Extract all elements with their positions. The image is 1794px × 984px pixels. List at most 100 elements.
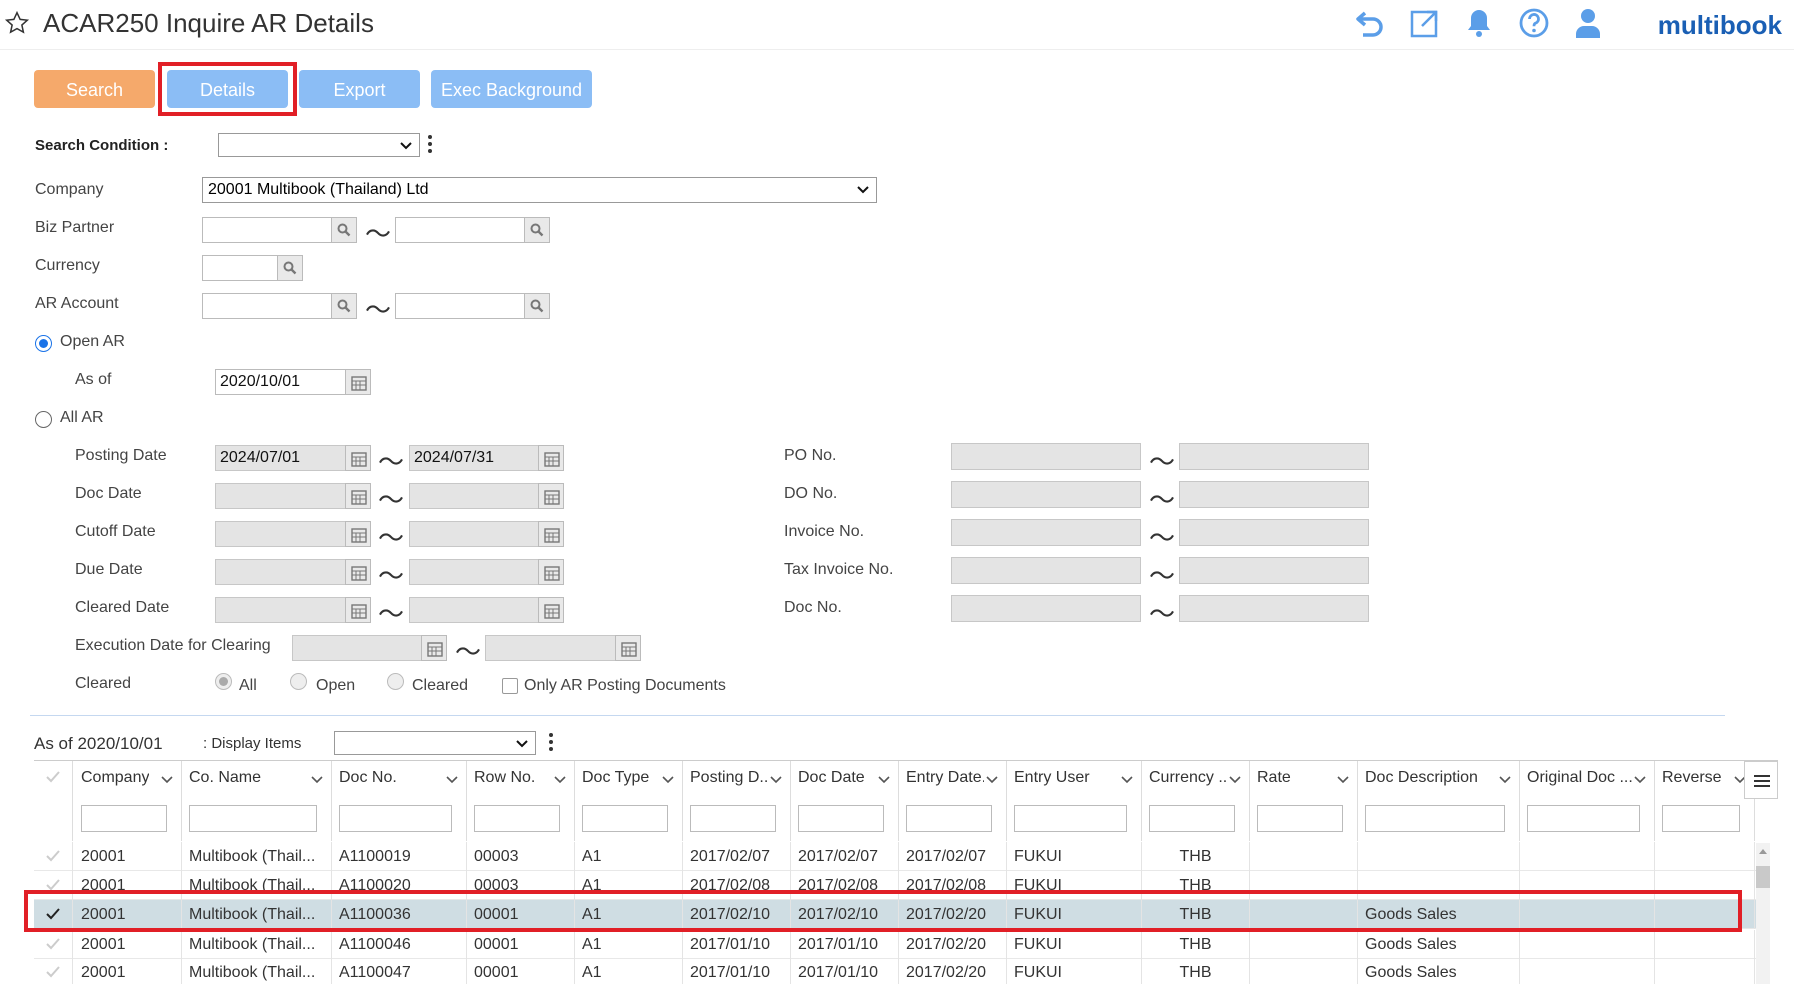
calendar-icon[interactable] [345,521,371,547]
user-icon[interactable] [1571,6,1605,40]
column-filter-input[interactable] [1365,805,1505,832]
calendar-icon[interactable] [421,635,447,661]
chevron-down-icon[interactable] [1337,774,1349,784]
due-date-from-input[interactable] [215,559,346,585]
doc-no-from-input[interactable] [951,595,1141,622]
search-button[interactable]: Search [34,70,155,108]
column-filter-input[interactable] [690,805,776,832]
column-filter-input[interactable] [906,805,992,832]
calendar-icon[interactable] [538,445,564,471]
help-icon[interactable] [1517,6,1551,40]
search-condition-select[interactable] [218,133,420,157]
column-filter-input[interactable] [81,805,167,832]
table-row[interactable]: 20001 Multibook (Thail... A1100046 00001 A1 2… [34,930,1756,959]
posting-date-to-input[interactable]: 2024/07/31 [409,445,540,471]
doc-date-to-input[interactable] [409,483,540,509]
column-filter-input[interactable] [1014,805,1127,832]
chevron-down-icon[interactable] [1499,774,1511,784]
calendar-icon[interactable] [345,369,371,395]
as-of-date-input[interactable]: 2020/10/01 [215,369,346,395]
search-condition-menu-icon[interactable] [427,135,433,157]
column-header-rate[interactable]: Rate [1250,761,1358,841]
ar-account-to-input[interactable] [395,293,525,319]
chevron-down-icon[interactable] [1121,774,1133,784]
chevron-down-icon[interactable] [770,774,782,784]
column-header-doc-description[interactable]: Doc Description [1358,761,1520,841]
due-date-to-input[interactable] [409,559,540,585]
chevron-down-icon[interactable] [662,774,674,784]
do-no-to-input[interactable] [1179,481,1369,508]
column-header-posting-date[interactable]: Posting D... [683,761,791,841]
column-header-co-name[interactable]: Co. Name [182,761,332,841]
column-filter-input[interactable] [582,805,668,832]
chevron-down-icon[interactable] [1634,774,1646,784]
chevron-down-icon[interactable] [1229,774,1241,784]
chevron-down-icon[interactable] [986,774,998,784]
search-icon[interactable] [277,255,303,281]
cleared-date-from-input[interactable] [215,597,346,623]
company-select[interactable]: 20001 Multibook (Thailand) Ltd [202,177,877,203]
column-filter-input[interactable] [1662,805,1740,832]
invoice-no-from-input[interactable] [951,519,1141,546]
display-items-select[interactable] [334,731,536,755]
grid-menu-button[interactable] [1744,761,1778,799]
calendar-icon[interactable] [538,559,564,585]
calendar-icon[interactable] [615,635,641,661]
tax-invoice-no-to-input[interactable] [1179,557,1369,584]
chevron-down-icon[interactable] [446,774,458,784]
column-header-entry-date[interactable]: Entry Date... [899,761,1007,841]
posting-date-from-input[interactable]: 2024/07/01 [215,445,346,471]
only-ar-posting-checkbox[interactable] [502,678,518,694]
column-header-currency[interactable]: Currency ... [1142,761,1250,841]
calendar-icon[interactable] [538,521,564,547]
doc-no-to-input[interactable] [1179,595,1369,622]
search-icon[interactable] [524,293,550,319]
po-no-to-input[interactable] [1179,443,1369,470]
table-row[interactable]: 20001 Multibook (Thail... A1100047 00001 A1 2… [34,958,1756,984]
column-filter-input[interactable] [189,805,317,832]
tax-invoice-no-from-input[interactable] [951,557,1141,584]
column-filter-input[interactable] [1257,805,1343,832]
calendar-icon[interactable] [538,483,564,509]
open-ar-radio[interactable] [35,335,52,352]
execution-date-to-input[interactable] [485,635,616,661]
row-select-cell[interactable] [34,958,73,984]
calendar-icon[interactable] [538,597,564,623]
cutoff-date-from-input[interactable] [215,521,346,547]
exec-background-button[interactable]: Exec Background [431,70,592,108]
column-filter-input[interactable] [798,805,884,832]
column-header-reverse[interactable]: Reverse [1655,761,1755,841]
po-no-from-input[interactable] [951,443,1141,470]
search-icon[interactable] [331,217,357,243]
calendar-icon[interactable] [345,445,371,471]
cleared-open-radio[interactable] [290,673,307,690]
biz-partner-to-input[interactable] [395,217,525,243]
calendar-icon[interactable] [345,483,371,509]
search-icon[interactable] [524,217,550,243]
column-header-company[interactable]: Company [74,761,182,841]
ar-account-from-input[interactable] [202,293,332,319]
calendar-icon[interactable] [345,597,371,623]
do-no-from-input[interactable] [951,481,1141,508]
scrollbar-thumb[interactable] [1756,866,1770,888]
back-icon[interactable] [1353,6,1387,40]
biz-partner-from-input[interactable] [202,217,332,243]
column-filter-input[interactable] [1149,805,1235,832]
bell-icon[interactable] [1462,6,1496,40]
column-header-doc-no[interactable]: Doc No. [332,761,467,841]
invoice-no-to-input[interactable] [1179,519,1369,546]
column-header-entry-user[interactable]: Entry User [1007,761,1142,841]
calendar-icon[interactable] [345,559,371,585]
popout-icon[interactable] [1408,6,1442,40]
display-items-menu-icon[interactable] [548,733,554,755]
column-filter-input[interactable] [1527,805,1640,832]
doc-date-from-input[interactable] [215,483,346,509]
export-button[interactable]: Export [299,70,420,108]
column-header-row-no[interactable]: Row No. [467,761,575,841]
cleared-all-radio[interactable] [215,673,232,690]
currency-input[interactable] [202,255,278,281]
table-row[interactable]: 20001 Multibook (Thail... A1100019 00003 A1 2… [34,842,1756,871]
cutoff-date-to-input[interactable] [409,521,540,547]
row-select-cell[interactable] [34,930,73,959]
cleared-date-to-input[interactable] [409,597,540,623]
